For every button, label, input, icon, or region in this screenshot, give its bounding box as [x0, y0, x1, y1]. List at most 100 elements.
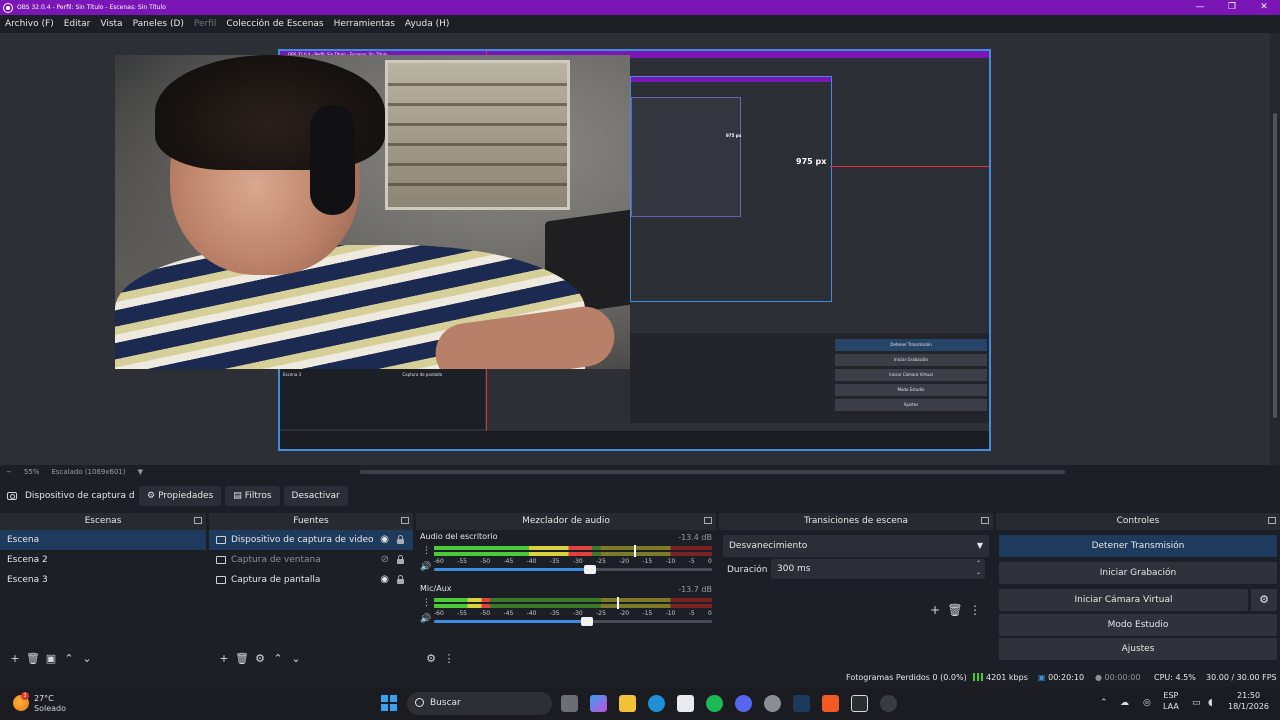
duration-input[interactable]: 300 ms ⌃ ⌄ — [771, 559, 985, 579]
maximize-button[interactable]: ❐ — [1216, 0, 1248, 15]
task-view-icon[interactable] — [561, 695, 578, 712]
obs-taskbar-icon[interactable] — [880, 695, 897, 712]
menu-file[interactable]: Archivo (F) — [5, 19, 54, 29]
steam-icon[interactable] — [793, 695, 810, 712]
volume-slider[interactable] — [434, 617, 712, 626]
menu-edit[interactable]: Editar — [64, 19, 91, 29]
channel-menu-icon[interactable]: ⋮ — [422, 598, 431, 608]
undock-icon[interactable] — [981, 517, 989, 524]
minimize-button[interactable]: — — [1184, 0, 1216, 15]
channel-db: -13.7 dB — [678, 585, 712, 594]
nested-taskbar — [280, 431, 989, 449]
settings-gear-icon[interactable] — [764, 695, 781, 712]
visibility-eye-icon[interactable]: ◉ — [380, 575, 389, 585]
remove-scene-button[interactable]: 🗑 — [24, 652, 42, 665]
display-capture-icon — [216, 576, 226, 584]
scene-filters-button[interactable]: ▣ — [42, 652, 60, 665]
start-recording-button[interactable]: Iniciar Grabación — [999, 562, 1277, 584]
add-transition-button[interactable]: + — [925, 603, 945, 617]
stop-streaming-button[interactable]: Detener Transmisión — [999, 535, 1277, 557]
spotify-icon[interactable] — [706, 695, 723, 712]
microsoft-store-icon[interactable] — [677, 695, 694, 712]
settings-button[interactable]: Ajustes — [999, 638, 1277, 660]
discord-icon[interactable] — [735, 695, 752, 712]
speaker-icon[interactable]: 🔊 — [420, 614, 431, 624]
xbox-app-icon[interactable] — [851, 695, 868, 712]
menu-tools[interactable]: Herramientas — [334, 19, 395, 29]
lock-icon[interactable] — [397, 575, 404, 584]
clock[interactable]: 21:50 18/1/2026 — [1228, 690, 1269, 712]
remove-transition-button[interactable]: 🗑 — [945, 603, 965, 617]
move-scene-down-button[interactable]: ⌄ — [78, 652, 96, 665]
source-item[interactable]: Captura de pantalla ◉ — [209, 570, 413, 590]
add-scene-button[interactable]: + — [6, 652, 24, 665]
add-source-button[interactable]: + — [215, 652, 233, 665]
lock-icon[interactable] — [397, 555, 404, 564]
lock-icon[interactable] — [397, 535, 404, 544]
scale-dropdown-icon[interactable]: ▼ — [138, 468, 143, 476]
meter-tick-label: -40 — [526, 610, 537, 617]
move-source-down-button[interactable]: ⌄ — [287, 652, 305, 665]
file-explorer-icon[interactable] — [619, 695, 636, 712]
menu-profile[interactable]: Perfil — [194, 19, 217, 29]
window-capture-icon — [216, 556, 226, 564]
meter-tick-label: -10 — [665, 610, 676, 617]
preview-vertical-scrollbar[interactable] — [1270, 33, 1280, 465]
hidden-eye-icon[interactable]: ⊘ — [381, 555, 389, 565]
menu-docks[interactable]: Paneles (D) — [133, 19, 184, 29]
spinner-icon[interactable]: ⌃ ⌄ — [976, 559, 981, 577]
filters-button[interactable]: ▤ Filtros — [225, 486, 280, 506]
meter-tick-label: -5 — [688, 558, 695, 565]
menu-scene-collection[interactable]: Colección de Escenas — [226, 19, 323, 29]
channel-menu-icon[interactable]: ⋮ — [422, 546, 431, 556]
move-source-up-button[interactable]: ⌃ — [269, 652, 287, 665]
scene-item[interactable]: Escena 2 — [0, 550, 206, 570]
chevron-up-icon[interactable]: ⌃ — [1100, 698, 1108, 708]
menu-view[interactable]: Vista — [100, 19, 122, 29]
source-item[interactable]: Dispositivo de captura de video ◉ — [209, 530, 413, 550]
windows-start-icon[interactable] — [381, 695, 397, 711]
language-indicator[interactable]: ESP LAA — [1163, 690, 1179, 712]
preview-horizontal-scrollbar[interactable] — [360, 470, 1065, 474]
meter-level — [434, 598, 490, 602]
volume-icon[interactable]: ◖ — [1208, 698, 1213, 708]
scene-item[interactable]: Escena 3 — [0, 570, 206, 590]
remove-source-button[interactable]: 🗑 — [233, 652, 251, 665]
visibility-eye-icon[interactable]: ◉ — [380, 535, 389, 545]
close-button[interactable]: ✕ — [1248, 0, 1280, 15]
obs-logo-icon — [3, 2, 13, 13]
copilot-icon[interactable] — [590, 695, 607, 712]
monitor-icon[interactable]: ▭ — [1192, 698, 1201, 708]
zoom-out-button[interactable]: − — [6, 468, 12, 476]
webcam-video-source[interactable] — [115, 55, 630, 369]
headset-icon[interactable]: ◎ — [1143, 698, 1151, 708]
start-virtual-camera-button[interactable]: Iniciar Cámara Virtual — [999, 589, 1248, 611]
virtual-camera-settings-gear-icon[interactable]: ⚙ — [1251, 589, 1277, 611]
studio-mode-button[interactable]: Modo Estudio — [999, 614, 1277, 636]
undock-icon[interactable] — [401, 517, 409, 524]
undock-icon[interactable] — [194, 517, 202, 524]
brave-browser-icon[interactable] — [822, 695, 839, 712]
meter-tick-label: -60 — [434, 558, 444, 565]
deactivate-button[interactable]: Desactivar — [283, 486, 348, 506]
volume-slider[interactable] — [434, 565, 712, 574]
scrollbar-thumb[interactable] — [1273, 113, 1277, 418]
mixer-menu-button[interactable]: ⋮ — [440, 652, 458, 665]
transition-select[interactable]: Desvanecimiento ▼ — [723, 535, 989, 557]
source-item[interactable]: Captura de ventana ⊘ — [209, 550, 413, 570]
cloud-icon[interactable]: ☁ — [1120, 698, 1129, 708]
scene-item[interactable]: Escena — [0, 530, 206, 550]
move-scene-up-button[interactable]: ⌃ — [60, 652, 78, 665]
windows-taskbar: 2 27°C Soleado Buscar ⌃ ☁ ◎ ESP LAA ▭ ◖ 2… — [0, 687, 1280, 720]
transition-menu-button[interactable]: ⋮ — [965, 603, 985, 617]
undock-icon[interactable] — [1268, 517, 1276, 524]
mixer-settings-button[interactable]: ⚙ — [422, 652, 440, 665]
menu-help[interactable]: Ayuda (H) — [405, 19, 449, 29]
properties-button[interactable]: ⚙ Propiedades — [139, 486, 222, 506]
edge-browser-icon[interactable] — [648, 695, 665, 712]
undock-icon[interactable] — [704, 517, 712, 524]
source-properties-button[interactable]: ⚙ — [251, 652, 269, 665]
taskbar-search[interactable]: Buscar — [407, 692, 552, 715]
speaker-icon[interactable]: 🔊 — [420, 562, 431, 572]
search-icon — [415, 698, 424, 707]
